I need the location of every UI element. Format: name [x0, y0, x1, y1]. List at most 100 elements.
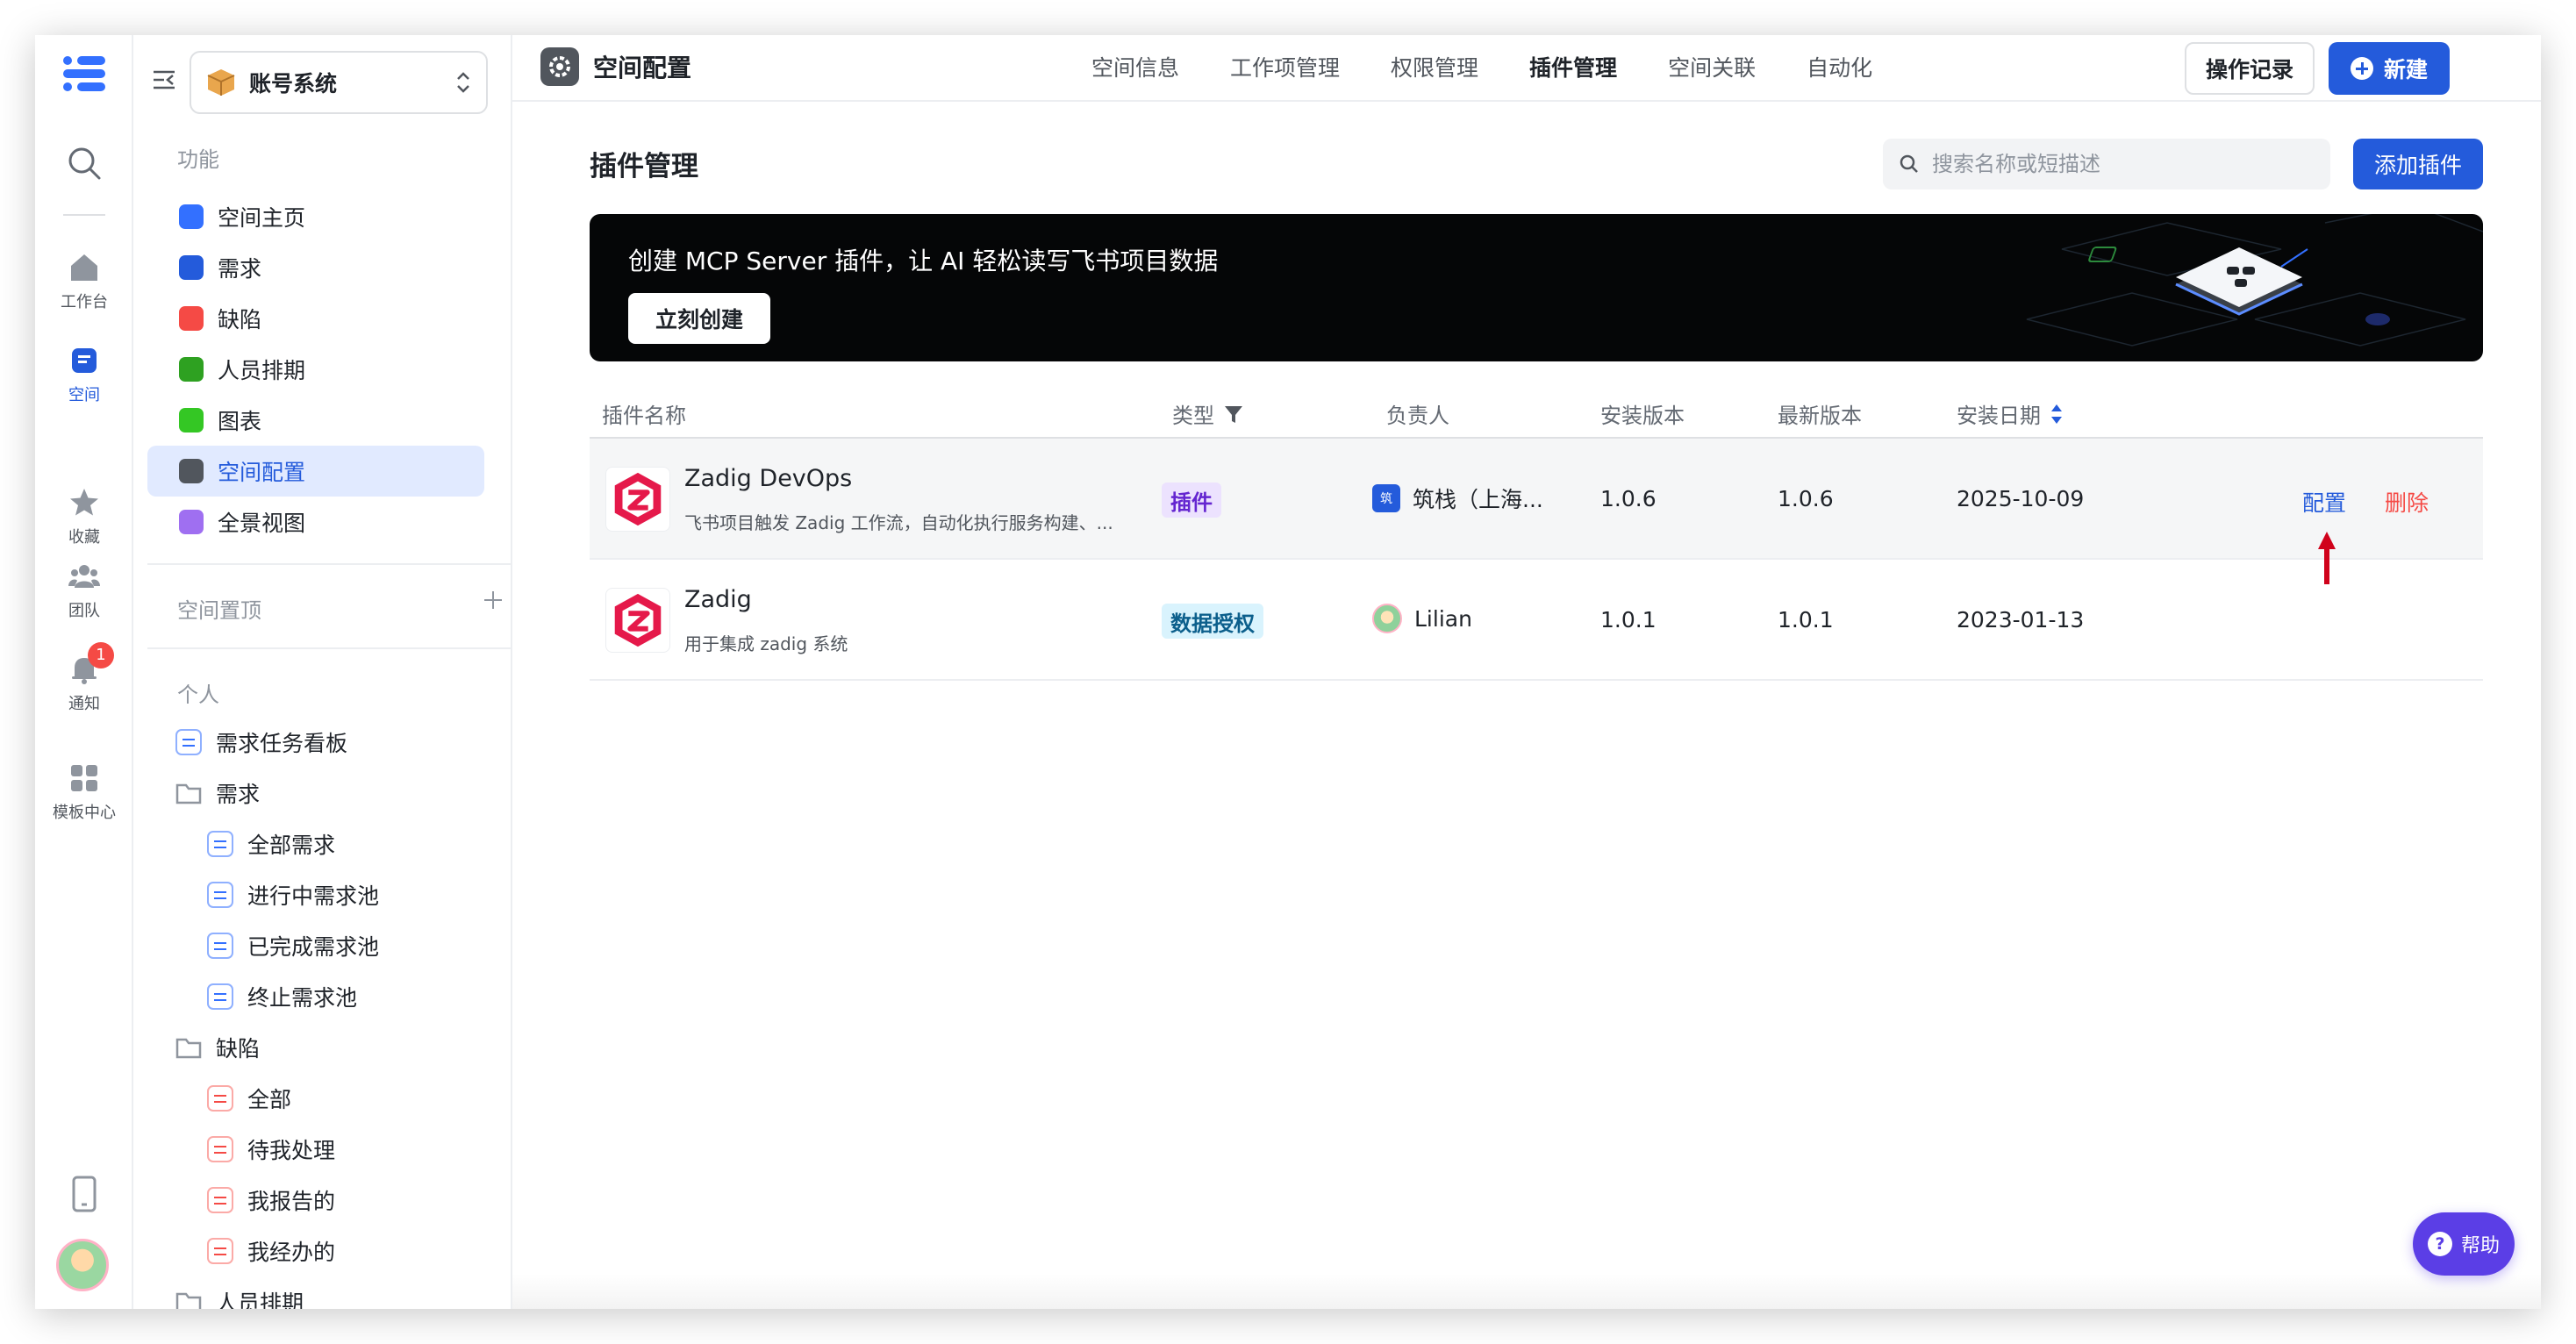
tree-label: 进行中需求池 — [247, 883, 380, 909]
tree-item[interactable]: 全部 — [207, 1076, 291, 1121]
tree-item[interactable]: 我经办的 — [207, 1228, 335, 1274]
divider — [147, 563, 512, 565]
tab-space-info[interactable]: 空间信息 — [1091, 51, 1179, 82]
nav-requirements[interactable]: 需求 — [147, 242, 484, 293]
nav-defects[interactable]: 缺陷 — [147, 293, 484, 344]
nav-label: 全景视图 — [218, 511, 306, 536]
new-button[interactable]: 新建 — [2329, 42, 2450, 95]
schedule-icon — [179, 357, 204, 382]
table-row[interactable]: Zadig 用于集成 zadig 系统 数据授权 Lilian 1.0.1 1.… — [590, 560, 2483, 681]
tab-space-relations[interactable]: 空间关联 — [1668, 51, 1756, 82]
add-plugin-button[interactable]: 添加插件 — [2353, 139, 2483, 189]
tree-item[interactable]: 进行中需求池 — [207, 872, 379, 918]
tree-label: 缺陷 — [216, 1036, 261, 1062]
nav-space-settings[interactable]: 空间配置 — [147, 446, 484, 497]
app-logo-icon[interactable] — [61, 54, 107, 93]
tree-item[interactable]: 需求任务看板 — [175, 719, 347, 765]
plugin-name: Zadig DevOps — [684, 465, 853, 492]
tree-item[interactable]: 我报告的 — [207, 1177, 335, 1223]
rail-item-label: 工作台 — [61, 293, 108, 311]
mobile-icon[interactable] — [68, 1176, 100, 1212]
section-features-title: 功能 — [177, 147, 219, 172]
tree-label: 人员排期 — [216, 1290, 304, 1309]
tree-item[interactable]: 已完成需求池 — [207, 923, 379, 969]
collapse-sidebar-icon[interactable] — [151, 67, 177, 93]
banner-illustration-icon — [2026, 214, 2483, 347]
nav-charts[interactable]: 图表 — [147, 395, 484, 446]
team-icon — [68, 565, 100, 588]
settings-icon — [179, 459, 204, 483]
plugin-owner: 筑筑栈（上海... — [1372, 483, 1543, 514]
left-rail: 工作台 空间 收藏 团队 1 通知 模板中心 — [35, 35, 133, 1309]
tab-work-items[interactable]: 工作项管理 — [1230, 51, 1340, 82]
tree-item[interactable]: 全部需求 — [207, 821, 335, 867]
rail-item-space[interactable]: 空间 — [35, 344, 133, 405]
page-title: 空间配置 — [593, 54, 692, 82]
help-label: 帮助 — [2460, 1235, 2500, 1257]
overview-icon — [179, 510, 204, 534]
top-bar: 空间配置 空间信息 工作项管理 权限管理 插件管理 空间关联 自动化 操作记录 … — [512, 35, 2541, 102]
divider — [147, 647, 512, 649]
operation-log-button[interactable]: 操作记录 — [2185, 42, 2315, 95]
owner-name: 筑栈（上海... — [1413, 487, 1543, 512]
search-icon — [1900, 154, 1918, 173]
tree-label: 需求 — [216, 782, 261, 807]
column-header-install-date[interactable]: 安装日期 — [1957, 398, 2064, 429]
sort-icon[interactable] — [2050, 403, 2064, 425]
section-personal-title: 个人 — [177, 683, 219, 707]
rail-item-team[interactable]: 团队 — [35, 560, 133, 621]
table-row[interactable]: Zadig DevOps 飞书项目触发 Zadig 工作流，自动化执行服务构建、… — [590, 439, 2483, 560]
rail-item-workbench[interactable]: 工作台 — [35, 251, 133, 312]
banner-text: 创建 MCP Server 插件，让 AI 轻松读写飞书项目数据 — [628, 247, 1219, 275]
configure-link[interactable]: 配置 — [2302, 486, 2346, 518]
nav-schedule[interactable]: 人员排期 — [147, 344, 484, 395]
tree-item[interactable]: 待我处理 — [207, 1126, 335, 1172]
tab-permissions[interactable]: 权限管理 — [1391, 51, 1478, 82]
tree-label: 需求任务看板 — [216, 731, 348, 756]
folder-icon — [175, 783, 202, 804]
rail-item-templates[interactable]: 模板中心 — [35, 761, 133, 823]
nav-label: 空间主页 — [218, 205, 306, 231]
box-icon — [207, 69, 235, 96]
chevron-updown-icon — [457, 72, 469, 93]
info-icon — [179, 204, 204, 229]
tree-item[interactable]: 终止需求池 — [207, 974, 357, 1019]
tab-automation[interactable]: 自动化 — [1807, 51, 1872, 82]
space-name: 账号系统 — [249, 71, 338, 97]
list-doc-icon — [207, 882, 233, 908]
settings-tabs: 空间信息 工作项管理 权限管理 插件管理 空间关联 自动化 — [1091, 51, 1872, 82]
rail-item-label: 通知 — [68, 695, 100, 713]
nav-label: 人员排期 — [218, 358, 306, 383]
tree-folder[interactable]: 需求 — [175, 770, 260, 816]
tree-label: 我经办的 — [247, 1240, 336, 1265]
help-button[interactable]: ? 帮助 — [2413, 1212, 2515, 1276]
rail-item-favorites[interactable]: 收藏 — [35, 486, 133, 547]
installed-version: 1.0.1 — [1600, 607, 1657, 633]
defect-icon — [179, 306, 204, 331]
search-icon[interactable] — [65, 144, 104, 182]
tab-plugins[interactable]: 插件管理 — [1529, 51, 1617, 82]
column-label: 负责人 — [1386, 404, 1449, 428]
column-header-type[interactable]: 类型 — [1172, 398, 1244, 429]
plugin-search[interactable] — [1883, 139, 2330, 189]
tree-folder[interactable]: 缺陷 — [175, 1025, 260, 1070]
user-avatar[interactable] — [56, 1239, 109, 1291]
nav-overview[interactable]: 全景视图 — [147, 497, 484, 547]
space-switcher[interactable]: 账号系统 — [190, 51, 488, 114]
search-input[interactable] — [1932, 152, 2301, 176]
nav-space-home[interactable]: 空间主页 — [147, 191, 484, 242]
zadig-logo-icon — [605, 588, 670, 653]
list-doc-icon — [175, 729, 202, 755]
create-now-button[interactable]: 立刻创建 — [628, 293, 770, 344]
plugin-description: 用于集成 zadig 系统 — [684, 633, 848, 654]
plugin-type-tag: 数据授权 — [1162, 604, 1263, 639]
rail-item-notifications[interactable]: 1 通知 — [35, 642, 133, 714]
tree-folder[interactable]: 人员排期 — [175, 1279, 304, 1309]
filter-icon[interactable] — [1223, 404, 1244, 425]
add-pin-icon[interactable] — [483, 590, 504, 611]
bottom-shade — [512, 1274, 2541, 1309]
chart-icon — [179, 408, 204, 433]
column-header-name: 插件名称 — [602, 398, 686, 429]
delete-link[interactable]: 删除 — [2385, 486, 2429, 518]
space-sidebar: 账号系统 功能 空间主页 需求 缺陷 人员排期 图表 空间配置 全景视图 空间置… — [133, 35, 512, 1309]
